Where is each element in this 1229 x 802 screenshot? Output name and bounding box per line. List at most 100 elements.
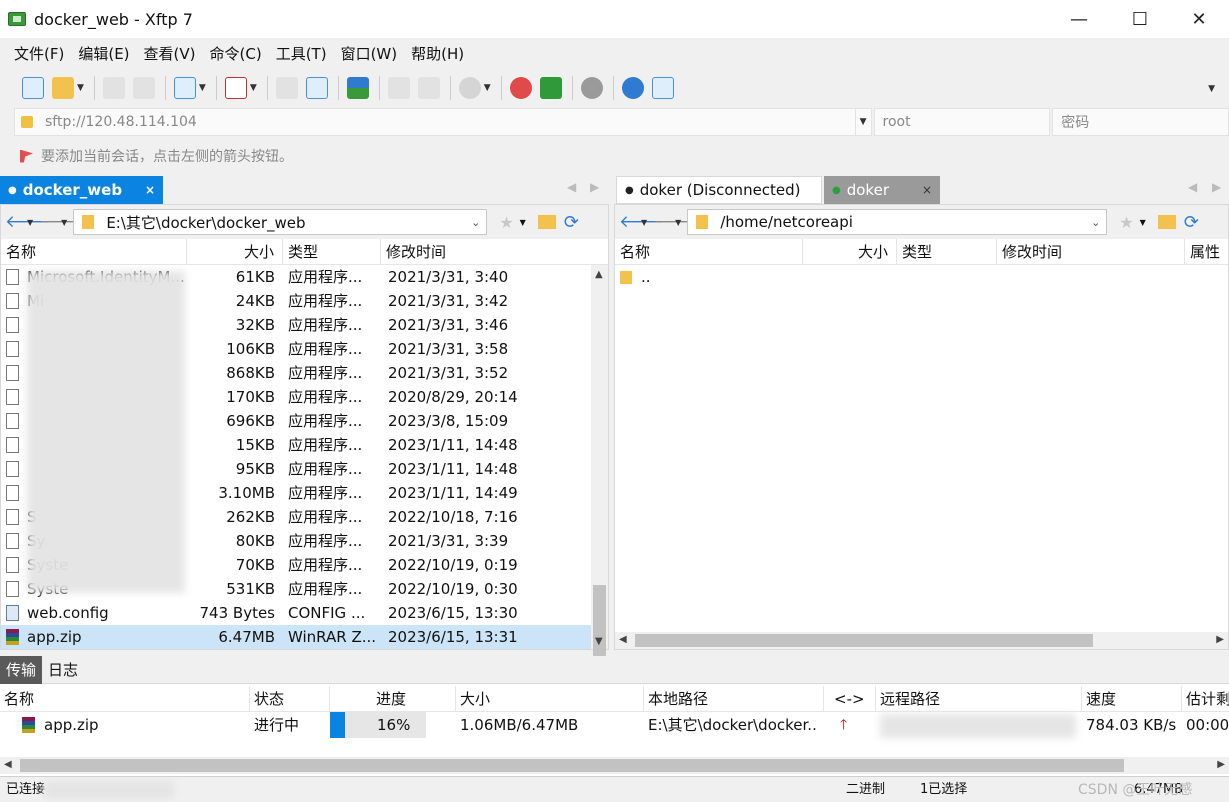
open-folder-icon[interactable]	[52, 77, 74, 99]
maximize-button[interactable]: ☐	[1110, 0, 1170, 38]
scroll-up-icon[interactable]: ▲	[595, 269, 603, 280]
upload-icon[interactable]	[305, 77, 328, 99]
menu-window[interactable]: 窗口(W)	[341, 43, 398, 64]
file-row[interactable]: web.config 743 Bytes CONFIG ... 2023/6/15, …	[1, 601, 592, 625]
path-dropdown-icon[interactable]: ⌄	[471, 216, 480, 229]
xshell-icon[interactable]	[509, 77, 532, 99]
favorite-dropdown-icon[interactable]: ▼	[1140, 218, 1146, 227]
tab-scroll-left-icon[interactable]: ◀	[567, 180, 576, 194]
gear-icon[interactable]	[580, 77, 603, 99]
terminal-icon[interactable]	[224, 77, 247, 99]
col-speed[interactable]: 速度	[1082, 686, 1182, 712]
col-modified[interactable]: 修改时间	[997, 239, 1185, 265]
help-icon[interactable]	[621, 77, 644, 99]
col-direction[interactable]: <->	[824, 686, 876, 712]
session-properties-icon[interactable]	[173, 77, 196, 99]
refresh-icon[interactable]: ⟳	[564, 212, 579, 233]
open-dropdown-icon[interactable]: ▼	[77, 83, 84, 93]
host-address-input[interactable]: sftp://120.48.114.104	[14, 108, 856, 136]
col-eta[interactable]: 估计剩	[1182, 686, 1229, 712]
file-row[interactable]: app.zip 6.47MB WinRAR Z... 2023/6/15, 13:31	[1, 625, 592, 649]
scroll-thumb[interactable]	[20, 759, 1124, 772]
menu-file[interactable]: 文件(F)	[14, 43, 64, 64]
col-type[interactable]: 类型	[897, 239, 997, 265]
connect-icon[interactable]	[102, 77, 125, 99]
col-name[interactable]: 名称	[1, 239, 187, 265]
menu-edit[interactable]: 编辑(E)	[78, 43, 129, 64]
globe-dropdown-icon[interactable]: ▼	[484, 83, 491, 93]
new-session-icon[interactable]	[22, 77, 44, 99]
tab-docker-web[interactable]: ● docker_web ×	[0, 176, 163, 204]
scroll-down-icon[interactable]: ▼	[595, 636, 603, 647]
tab-doker[interactable]: ● doker ×	[824, 176, 940, 204]
password-input[interactable]: 密码	[1052, 108, 1229, 136]
col-progress[interactable]: 进度	[330, 686, 456, 712]
scroll-left-icon[interactable]: ◀	[4, 759, 12, 770]
xftp-icon[interactable]	[539, 77, 562, 99]
path-dropdown-icon[interactable]: ⌄	[1091, 216, 1100, 229]
chat-icon[interactable]	[651, 77, 674, 99]
parent-dir-row[interactable]: ..	[615, 265, 1228, 289]
local-path-input[interactable]: E:\其它\docker\docker_web ⌄	[73, 209, 488, 235]
remote-path-input[interactable]: /home/netcoreapi ⌄	[687, 209, 1108, 235]
col-local-path[interactable]: 本地路径	[644, 686, 824, 712]
col-size[interactable]: 大小	[187, 239, 283, 265]
add-session-arrow-icon[interactable]	[20, 149, 33, 163]
favorite-dropdown-icon[interactable]: ▼	[520, 218, 526, 227]
menu-tools[interactable]: 工具(T)	[276, 43, 327, 64]
disconnect-icon[interactable]	[132, 77, 155, 99]
parent-folder-icon[interactable]	[1157, 215, 1176, 229]
forward-dropdown-icon[interactable]: ▼	[675, 218, 681, 227]
col-size[interactable]: 大小	[456, 686, 644, 712]
back-dropdown-icon[interactable]: ▼	[27, 218, 33, 227]
terminal-dropdown-icon[interactable]: ▼	[250, 83, 257, 93]
paste-icon[interactable]	[417, 77, 440, 99]
scroll-thumb[interactable]	[635, 634, 1093, 647]
download-icon[interactable]	[275, 77, 298, 99]
col-size[interactable]: 大小	[803, 239, 897, 265]
tab-transfer[interactable]: 传输	[0, 656, 43, 684]
favorite-star-icon[interactable]: ★	[1119, 213, 1133, 232]
username-input[interactable]: root	[873, 108, 1051, 136]
remote-horizontal-scrollbar[interactable]: ◀ ▶	[615, 632, 1228, 649]
scroll-right-icon[interactable]: ▶	[1217, 759, 1225, 770]
scroll-right-icon[interactable]: ▶	[1216, 634, 1224, 645]
tab-log[interactable]: 日志	[42, 656, 84, 684]
properties-dropdown-icon[interactable]: ▼	[199, 83, 206, 93]
parent-folder-icon[interactable]	[537, 215, 556, 229]
col-name[interactable]: 名称	[0, 686, 250, 712]
refresh-icon[interactable]: ⟳	[1184, 212, 1199, 233]
col-modified[interactable]: 修改时间	[381, 239, 591, 265]
globe-icon[interactable]	[458, 77, 481, 99]
copy-icon[interactable]	[387, 77, 410, 99]
file-name: web.config	[27, 604, 109, 622]
minimize-button[interactable]: —	[1049, 0, 1109, 38]
col-type[interactable]: 类型	[283, 239, 381, 265]
file-type: WinRAR Z...	[288, 628, 377, 646]
tab-scroll-right-icon[interactable]: ▶	[590, 180, 599, 194]
col-name[interactable]: 名称	[615, 239, 803, 265]
tab-doker-disconnected[interactable]: ● doker (Disconnected)	[616, 176, 822, 204]
sync-transfer-icon[interactable]	[346, 77, 369, 99]
back-dropdown-icon[interactable]: ▼	[641, 218, 647, 227]
transfer-row[interactable]: app.zip 进行中 16% 1.06MB/6.47MB E:\其它\dock…	[0, 712, 1229, 738]
close-button[interactable]: ✕	[1169, 0, 1229, 38]
favorite-star-icon[interactable]: ★	[499, 213, 513, 232]
menu-command[interactable]: 命令(C)	[210, 43, 262, 64]
toolbar-separator	[215, 76, 217, 100]
tab-scroll-right-icon[interactable]: ▶	[1212, 180, 1221, 194]
col-status[interactable]: 状态	[250, 686, 330, 712]
tab-close-icon[interactable]: ×	[145, 183, 155, 197]
tab-scroll-left-icon[interactable]: ◀	[1188, 180, 1197, 194]
tab-close-icon[interactable]: ×	[922, 183, 932, 197]
toolbar-overflow-icon[interactable]: ▼	[1208, 84, 1215, 94]
forward-dropdown-icon[interactable]: ▼	[61, 218, 67, 227]
col-remote-path[interactable]: 远程路径	[876, 686, 1082, 712]
menu-help[interactable]: 帮助(H)	[411, 43, 464, 64]
address-dropdown-icon[interactable]: ▼	[855, 108, 872, 136]
menu-view[interactable]: 查看(V)	[144, 43, 196, 64]
scroll-left-icon[interactable]: ◀	[619, 634, 627, 645]
col-attributes[interactable]: 属性	[1185, 239, 1229, 265]
local-vertical-scrollbar[interactable]: ▲ ▼	[591, 265, 608, 691]
transfer-horizontal-scrollbar[interactable]: ◀ ▶	[0, 757, 1229, 774]
